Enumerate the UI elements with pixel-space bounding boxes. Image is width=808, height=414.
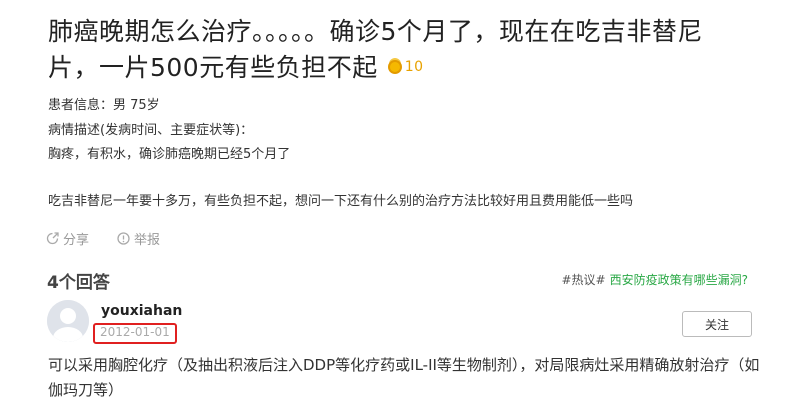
share-label: 分享: [63, 233, 90, 248]
answer-content: 可以采用胸腔化疗（及抽出积液后注入DDP等化疗药或IL-II等生物制剂），对局限…: [48, 356, 760, 399]
report-label: 举报: [134, 233, 161, 248]
report-icon: [117, 232, 130, 245]
condition-label: 病情描述(发病时间、主要症状等)：: [48, 123, 254, 138]
share-button[interactable]: 分享: [46, 229, 89, 248]
hot-topic-link[interactable]: 西安防疫政策有哪些漏洞?: [610, 273, 748, 287]
question-title-text: 肺癌晚期怎么治疗。。。。。确诊5个月了，现在在吃吉非替尼片，一片500元有些负担…: [48, 17, 703, 82]
patient-info: 患者信息：男 75岁: [48, 98, 160, 113]
default-avatar-icon: [47, 300, 89, 342]
report-button[interactable]: 举报: [117, 229, 160, 248]
coin-stack-icon: [387, 60, 402, 74]
share-icon: [46, 232, 59, 245]
condition-text: 胸疼，有积水，确诊肺癌晚期已经5个月了: [48, 147, 291, 162]
question-extra-text: 吃吉非替尼一年要十多万，有些负担不起，想问一下还有什么别的治疗方法比较好用且费用…: [48, 194, 634, 209]
answer-date: 2012-01-01: [100, 325, 170, 339]
question-actions: 分享 举报: [46, 229, 160, 248]
hot-topic: #热议# 西安防疫政策有哪些漏洞?: [562, 271, 749, 288]
avatar[interactable]: [47, 300, 89, 342]
follow-button[interactable]: 关注: [682, 311, 752, 337]
reward-amount: 10: [404, 59, 424, 75]
reward-badge: 10: [387, 49, 424, 85]
question-title: 肺癌晚期怎么治疗。。。。。确诊5个月了，现在在吃吉非替尼片，一片500元有些负担…: [48, 14, 748, 87]
hot-tag: #热议#: [561, 273, 606, 287]
answer-username[interactable]: youxiahan: [101, 303, 182, 319]
answers-count: 4个回答: [47, 273, 110, 293]
